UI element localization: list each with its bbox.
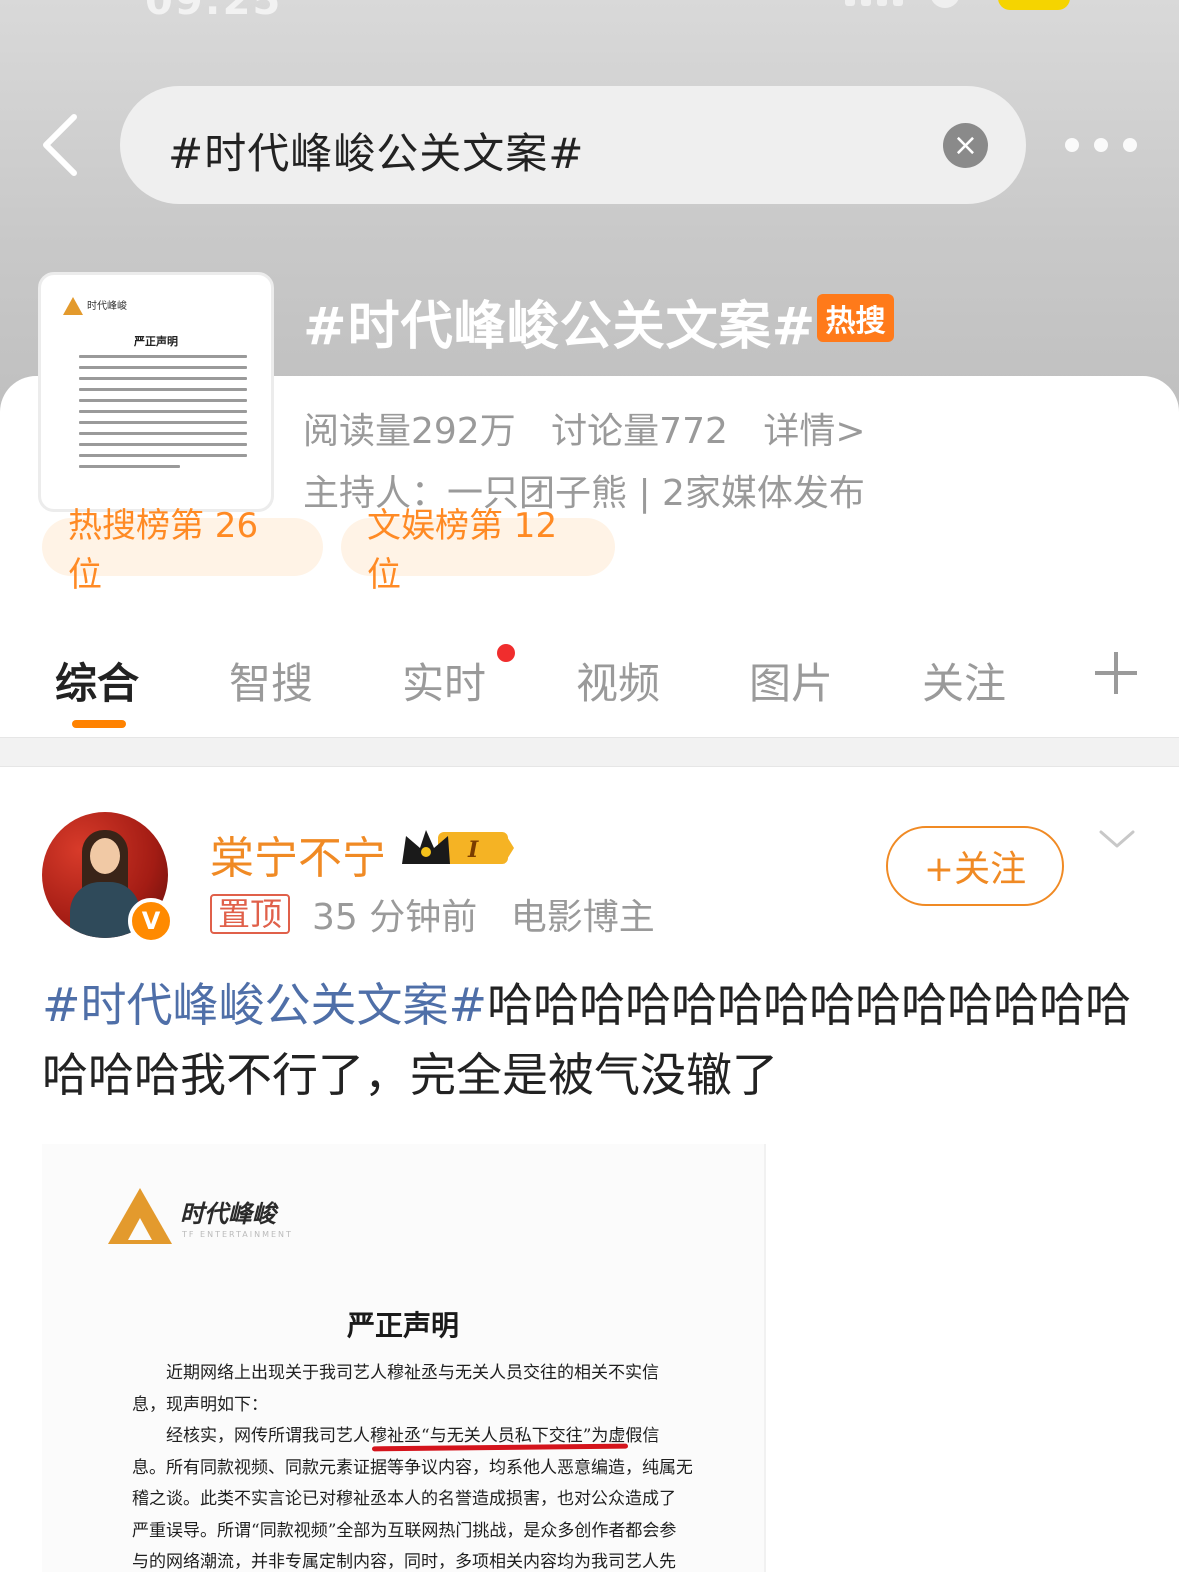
wifi-icon <box>930 0 960 8</box>
tab-video[interactable]: 视频 <box>576 650 660 711</box>
doc-line: 息。所有同款视频、同款元素证据等争议内容，均系他人恶意编造，纯属无 <box>132 1457 692 1478</box>
post-username[interactable]: 棠宁不宁 <box>210 822 386 886</box>
active-tab-indicator <box>72 720 126 728</box>
post-image[interactable]: 时代峰峻 TF ENTERTAINMENT 严正声明 近期网络上出现关于我司艺人… <box>42 1144 764 1572</box>
doc-line: 近期网络上出现关于我司艺人穆祉丞与无关人员交往的相关不实信 <box>132 1363 659 1383</box>
tab-comprehensive[interactable]: 综合 <box>55 650 139 711</box>
post-hashtag[interactable]: #时代峰峻公关文案# <box>42 978 487 1032</box>
battery-level: 71 <box>1025 0 1043 4</box>
doc-logo-subtext: TF ENTERTAINMENT <box>182 1230 293 1239</box>
doc-line: 严重误导。所谓“同款视频”全部为互联网热门挑战，是众多创作者都会参 <box>132 1520 677 1541</box>
battery-icon: 71 <box>998 0 1070 10</box>
post-time: 35 分钟前 <box>312 897 478 938</box>
read-count: 阅读量292万 <box>303 411 516 452</box>
clear-search-button[interactable]: × <box>943 123 988 168</box>
realtime-notification-dot <box>497 644 515 662</box>
search-input[interactable]: #时代峰峻公关文案# × <box>120 86 1026 204</box>
pinned-tag: 置顶 <box>210 894 291 934</box>
doc-line: 与的网络潮流，并非专属定制内容，同时，多项相关内容均为我司艺人先 <box>132 1552 676 1572</box>
signal-icon <box>845 0 905 6</box>
hot-search-rank-pill[interactable]: 热搜榜第 26 位 <box>42 506 323 595</box>
topic-title: #时代峰峻公关文案# <box>303 297 817 357</box>
verified-v-icon: V <box>128 898 174 944</box>
more-dots-icon <box>1065 138 1079 152</box>
post-body: #时代峰峻公关文案#哈哈哈哈哈哈哈哈哈哈哈哈哈哈哈哈哈我不行了，完全是被气没辙了 <box>42 970 1132 1110</box>
section-divider <box>0 737 1179 767</box>
doc-line: 息，现声明如下： <box>132 1394 268 1415</box>
thumbnail-title: 严正声明 <box>134 335 178 348</box>
entertainment-rank-pill[interactable]: 文娱榜第 12 位 <box>341 506 615 595</box>
chevron-down-icon[interactable] <box>1099 822 1135 858</box>
follow-button[interactable]: +关注 <box>886 826 1064 906</box>
close-icon: × <box>952 127 979 163</box>
level-number: I <box>467 837 479 863</box>
back-button[interactable] <box>30 110 90 180</box>
doc-line: 稽之谈。此类不实言论已对穆祉丞本人的名誉造成损害，也对公众造成了 <box>132 1489 676 1509</box>
tab-bar: 综合 智搜 实时 视频 图片 关注 <box>0 640 1179 736</box>
details-link[interactable]: 详情> <box>763 411 865 452</box>
tab-images[interactable]: 图片 <box>749 650 833 711</box>
thumbnail-text-lines <box>79 355 247 476</box>
search-query[interactable]: #时代峰峻公关文案# <box>168 120 584 181</box>
post-meta: 35 分钟前 电影博主 <box>312 888 677 940</box>
topic-thumbnail[interactable]: 时代峰峻 严正声明 <box>38 272 274 512</box>
chevron-left-icon <box>43 114 77 176</box>
hot-badge: 热搜 <box>817 294 894 342</box>
thumbnail-logo-text: 时代峰峻 <box>87 301 127 312</box>
doc-body: 近期网络上出现关于我司艺人穆祉丞与无关人员交往的相关不实信 息，现声明如下： 经… <box>132 1358 692 1572</box>
status-time: 09:25 <box>145 0 283 24</box>
tf-logo-icon <box>63 297 83 315</box>
tab-following[interactable]: 关注 <box>922 650 1006 711</box>
user-role: 电影博主 <box>510 897 655 938</box>
discussion-count: 讨论量772 <box>551 411 728 452</box>
topic-stats: 阅读量292万 讨论量772 详情> <box>303 402 890 454</box>
add-tab-button[interactable] <box>1095 652 1137 694</box>
doc-logo-text: 时代峰峻 <box>180 1199 276 1228</box>
doc-title: 严正声明 <box>346 1309 459 1342</box>
crown-level-badge-icon[interactable]: I <box>398 826 516 870</box>
image-separator <box>764 1144 766 1572</box>
tab-realtime[interactable]: 实时 <box>402 650 486 711</box>
tab-smart-search[interactable]: 智搜 <box>229 650 313 711</box>
more-options-button[interactable] <box>1065 128 1137 162</box>
